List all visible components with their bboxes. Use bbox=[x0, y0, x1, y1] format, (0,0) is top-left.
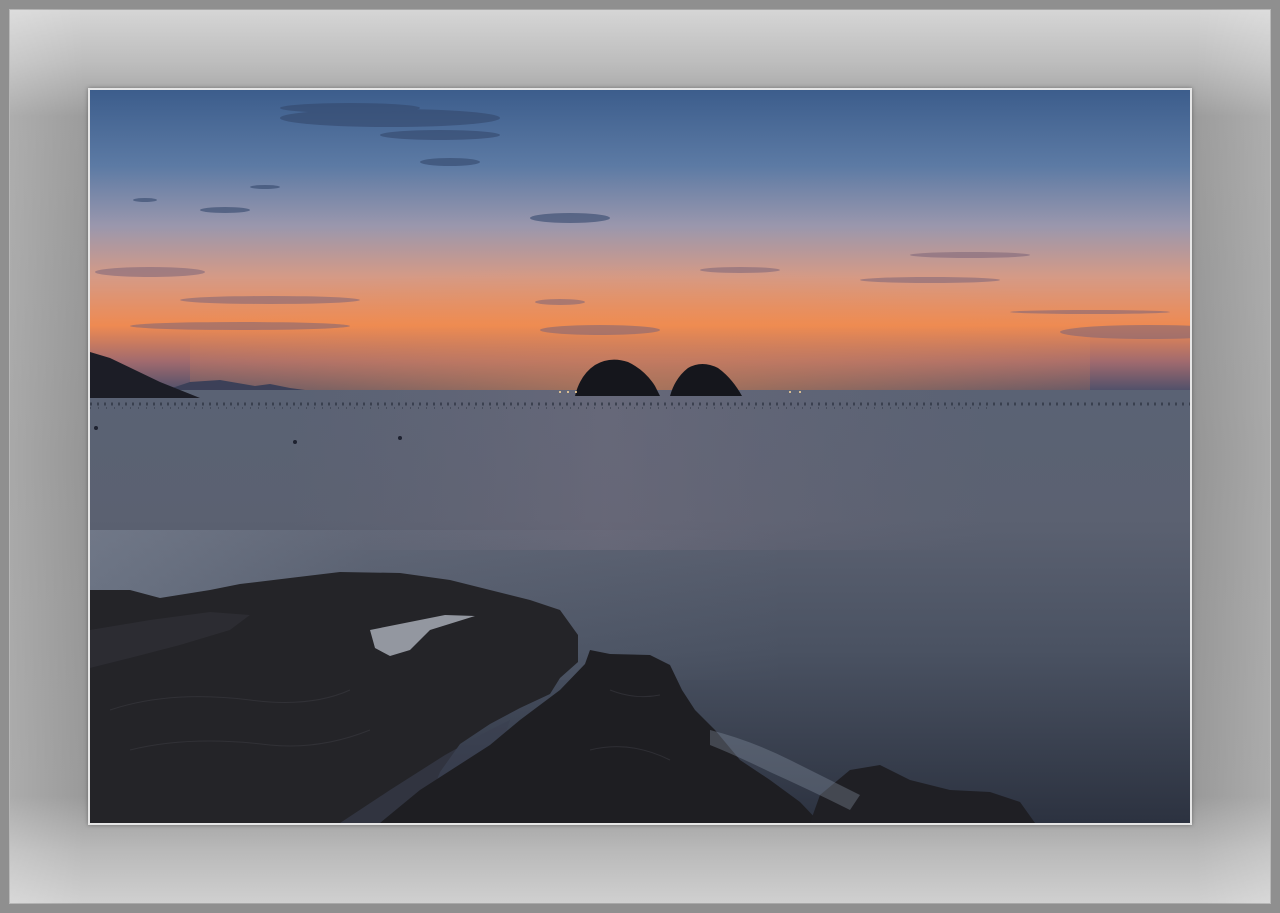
sea-reflection bbox=[290, 390, 990, 550]
sunset-seascape-photo bbox=[90, 90, 1190, 823]
photo-canvas bbox=[90, 90, 1190, 823]
